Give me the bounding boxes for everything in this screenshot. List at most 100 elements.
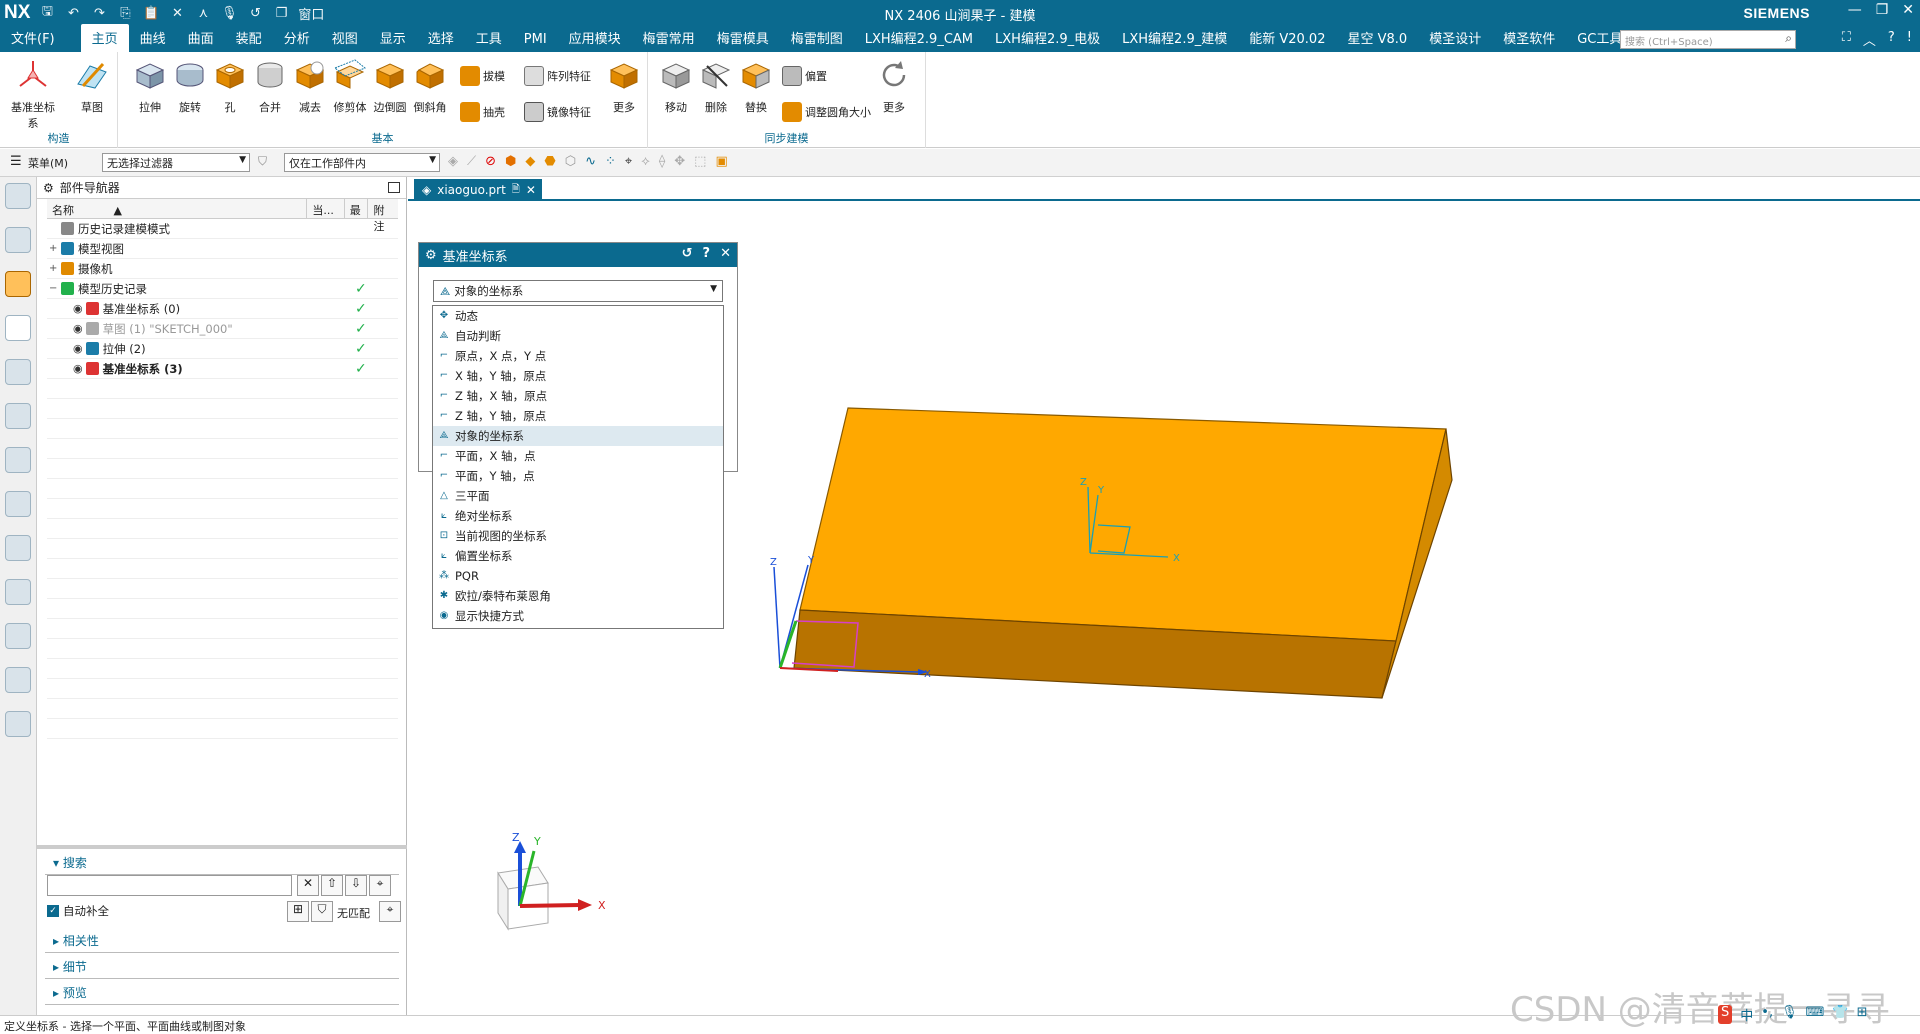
window-icon[interactable]: ❐ (272, 6, 290, 21)
menu-item-21[interactable]: 模圣软件 (1492, 24, 1566, 52)
column-notes[interactable]: 附注 (368, 199, 398, 233)
csys-option-15[interactable]: ◉ 显示快捷方式 (433, 606, 723, 626)
chamfer-button[interactable]: 倒斜角 (410, 58, 450, 115)
delete-face-button[interactable]: 删除 (696, 58, 736, 115)
tree-row[interactable]: ◉ 基准坐标系 (0) ✓ (47, 299, 398, 319)
csys-type-select[interactable]: ⟁ 对象的坐标系 ▼ (433, 280, 723, 302)
globe-icon[interactable] (5, 579, 31, 605)
revolve-button[interactable]: 旋转 (170, 58, 210, 115)
copy-icon[interactable]: ⎘ (116, 6, 134, 21)
tab-xiaoguo-prt[interactable]: ◈ xiaoguo.prt 🗎 ✕ (414, 179, 542, 201)
constraint-navigator-icon[interactable] (5, 271, 31, 297)
pattern-feature-button[interactable]: 阵列特征 (524, 66, 591, 86)
select-point-icon[interactable]: ⁘ (605, 154, 616, 169)
settings-icon[interactable] (5, 183, 31, 209)
replace-face-button[interactable]: 替换 (736, 58, 776, 115)
expand-toggle-icon[interactable]: + (49, 243, 61, 254)
snap-end-icon[interactable]: ⟡ (641, 154, 650, 169)
unite-button[interactable]: 合并 (250, 58, 290, 115)
csys-option-3[interactable]: ⌐ X 轴，Y 轴，原点 (433, 366, 723, 386)
visibility-eye-icon[interactable]: ◉ (73, 362, 83, 375)
restore-icon[interactable]: ❐ (1876, 2, 1889, 18)
menu-item-7[interactable]: 显示 (369, 24, 417, 52)
navigator-search-input[interactable] (47, 875, 292, 896)
edge-blend-button[interactable]: 边倒圆 (370, 58, 410, 115)
command-search-input[interactable]: 搜索 (Ctrl+Space) ⌕ (1620, 30, 1796, 49)
menu-item-18[interactable]: 能新 V20.02 (1238, 24, 1336, 52)
menu-item-17[interactable]: LXH编程2.9_建模 (1111, 24, 1238, 52)
csys-option-2[interactable]: ⌐ 原点，X 点，Y 点 (433, 346, 723, 366)
search-options-icon[interactable]: ⌖ (369, 875, 391, 896)
draft-button[interactable]: 拔模 (460, 66, 505, 86)
menu-button[interactable]: 菜单(M) (28, 155, 68, 171)
search-section-header[interactable]: ▾ 搜索 (45, 851, 399, 875)
tree-row[interactable]: + 模型视图 (47, 239, 398, 259)
menu-item-12[interactable]: 梅雷常用 (632, 24, 706, 52)
clear-search-icon[interactable]: ✕ (297, 875, 319, 896)
filter-icon[interactable]: ⛉ (258, 154, 267, 169)
help-icon[interactable]: ? (703, 246, 711, 261)
undo-icon[interactable]: ↶ (64, 6, 82, 21)
select-body-icon[interactable]: ⬢ (505, 154, 516, 169)
view-triad[interactable] (497, 841, 592, 931)
ime-keyboard-icon[interactable]: ⌨ (1806, 1005, 1825, 1024)
mirror-feature-button[interactable]: 镜像特征 (524, 102, 591, 122)
save-icon[interactable]: 🖫 (38, 2, 56, 24)
menu-item-16[interactable]: LXH编程2.9_电极 (984, 24, 1111, 52)
select-feature-icon[interactable]: ◈ (448, 154, 458, 169)
menu-item-2[interactable]: 曲线 (129, 24, 177, 52)
menu-item-1[interactable]: 主页 (80, 24, 129, 52)
navigator-section-1[interactable]: ▸ 细节 (45, 955, 399, 979)
visibility-eye-icon[interactable]: ◉ (73, 342, 83, 355)
move-face-button[interactable]: 移动 (656, 58, 696, 115)
menu-item-5[interactable]: 分析 (273, 24, 321, 52)
menu-item-11[interactable]: 应用模块 (558, 24, 632, 52)
select-sheet-icon[interactable]: ⬡ (565, 154, 576, 169)
tree-row[interactable]: 历史记录建模模式 (47, 219, 398, 239)
minimize-icon[interactable]: — (1848, 2, 1862, 18)
sketch-button[interactable]: 草图 (72, 58, 112, 115)
deselect-all-icon[interactable]: ⊘ (485, 154, 496, 169)
csys-option-0[interactable]: ✥ 动态 (433, 306, 723, 326)
fullscreen-icon[interactable]: ⛶ (1842, 30, 1851, 49)
csys-option-7[interactable]: ⌐ 平面，X 轴，点 (433, 446, 723, 466)
snap-cube-icon[interactable]: ⬚ (694, 154, 706, 169)
hd3d-icon[interactable] (5, 447, 31, 473)
select-curve-icon[interactable]: ∿ (585, 154, 596, 169)
autocomplete-checkbox[interactable]: ✓ 自动补全 (47, 903, 109, 919)
csys-option-14[interactable]: ✱ 欧拉/泰特布莱恩角 (433, 586, 723, 606)
role-icon[interactable] (5, 711, 31, 737)
trim-body-button[interactable]: 修剪体 (330, 58, 370, 115)
datum-csys-button[interactable]: 基准坐标系 (10, 58, 56, 131)
paste-icon[interactable]: 📋 (142, 6, 160, 21)
more-sync-button[interactable]: 更多 (874, 58, 914, 115)
expand-toggle-icon[interactable]: + (49, 263, 61, 274)
csys-option-12[interactable]: ⟀ 偏置坐标系 (433, 546, 723, 566)
datum-icon[interactable]: ⋏ (194, 6, 212, 21)
csys-option-13[interactable]: ⁂ PQR (433, 566, 723, 586)
close-icon[interactable]: ✕ (1902, 2, 1914, 18)
menu-item-15[interactable]: LXH编程2.9_CAM (854, 24, 984, 52)
type-filter-select[interactable]: 无选择过滤器 ▼ (102, 153, 250, 172)
box-top-face[interactable] (799, 407, 1447, 642)
menu-item-9[interactable]: 工具 (465, 24, 513, 52)
tree-row[interactable]: ◉ 拉伸 (2) ✓ (47, 339, 398, 359)
microphone-icon[interactable]: 🎙 (220, 6, 238, 21)
expand-toggle-icon[interactable]: − (49, 283, 61, 294)
menu-item-8[interactable]: 选择 (417, 24, 465, 52)
menu-item-6[interactable]: 视图 (321, 24, 369, 52)
csys-option-6[interactable]: ⟁ 对象的坐标系 (433, 426, 723, 446)
shell-button[interactable]: 抽壳 (460, 102, 505, 122)
tree-row[interactable]: ◉ 基准坐标系 (3) ✓ (47, 359, 398, 379)
locate-icon[interactable]: ⌖ (379, 901, 401, 922)
csys-option-5[interactable]: ⌐ Z 轴，Y 轴，原点 (433, 406, 723, 426)
ime-tools-icon[interactable]: ⊞ (1857, 1005, 1868, 1024)
history-icon[interactable] (5, 623, 31, 649)
filter-type-icon[interactable]: ⛉ (311, 901, 333, 922)
select-face-icon[interactable]: ◆ (525, 154, 535, 169)
offset-region-button[interactable]: 偏置 (782, 66, 827, 86)
maximize-panel-icon[interactable] (388, 182, 400, 193)
part-navigator-icon[interactable] (5, 315, 31, 341)
csys-option-4[interactable]: ⌐ Z 轴，X 轴，原点 (433, 386, 723, 406)
redo-icon[interactable]: ↷ (90, 6, 108, 21)
